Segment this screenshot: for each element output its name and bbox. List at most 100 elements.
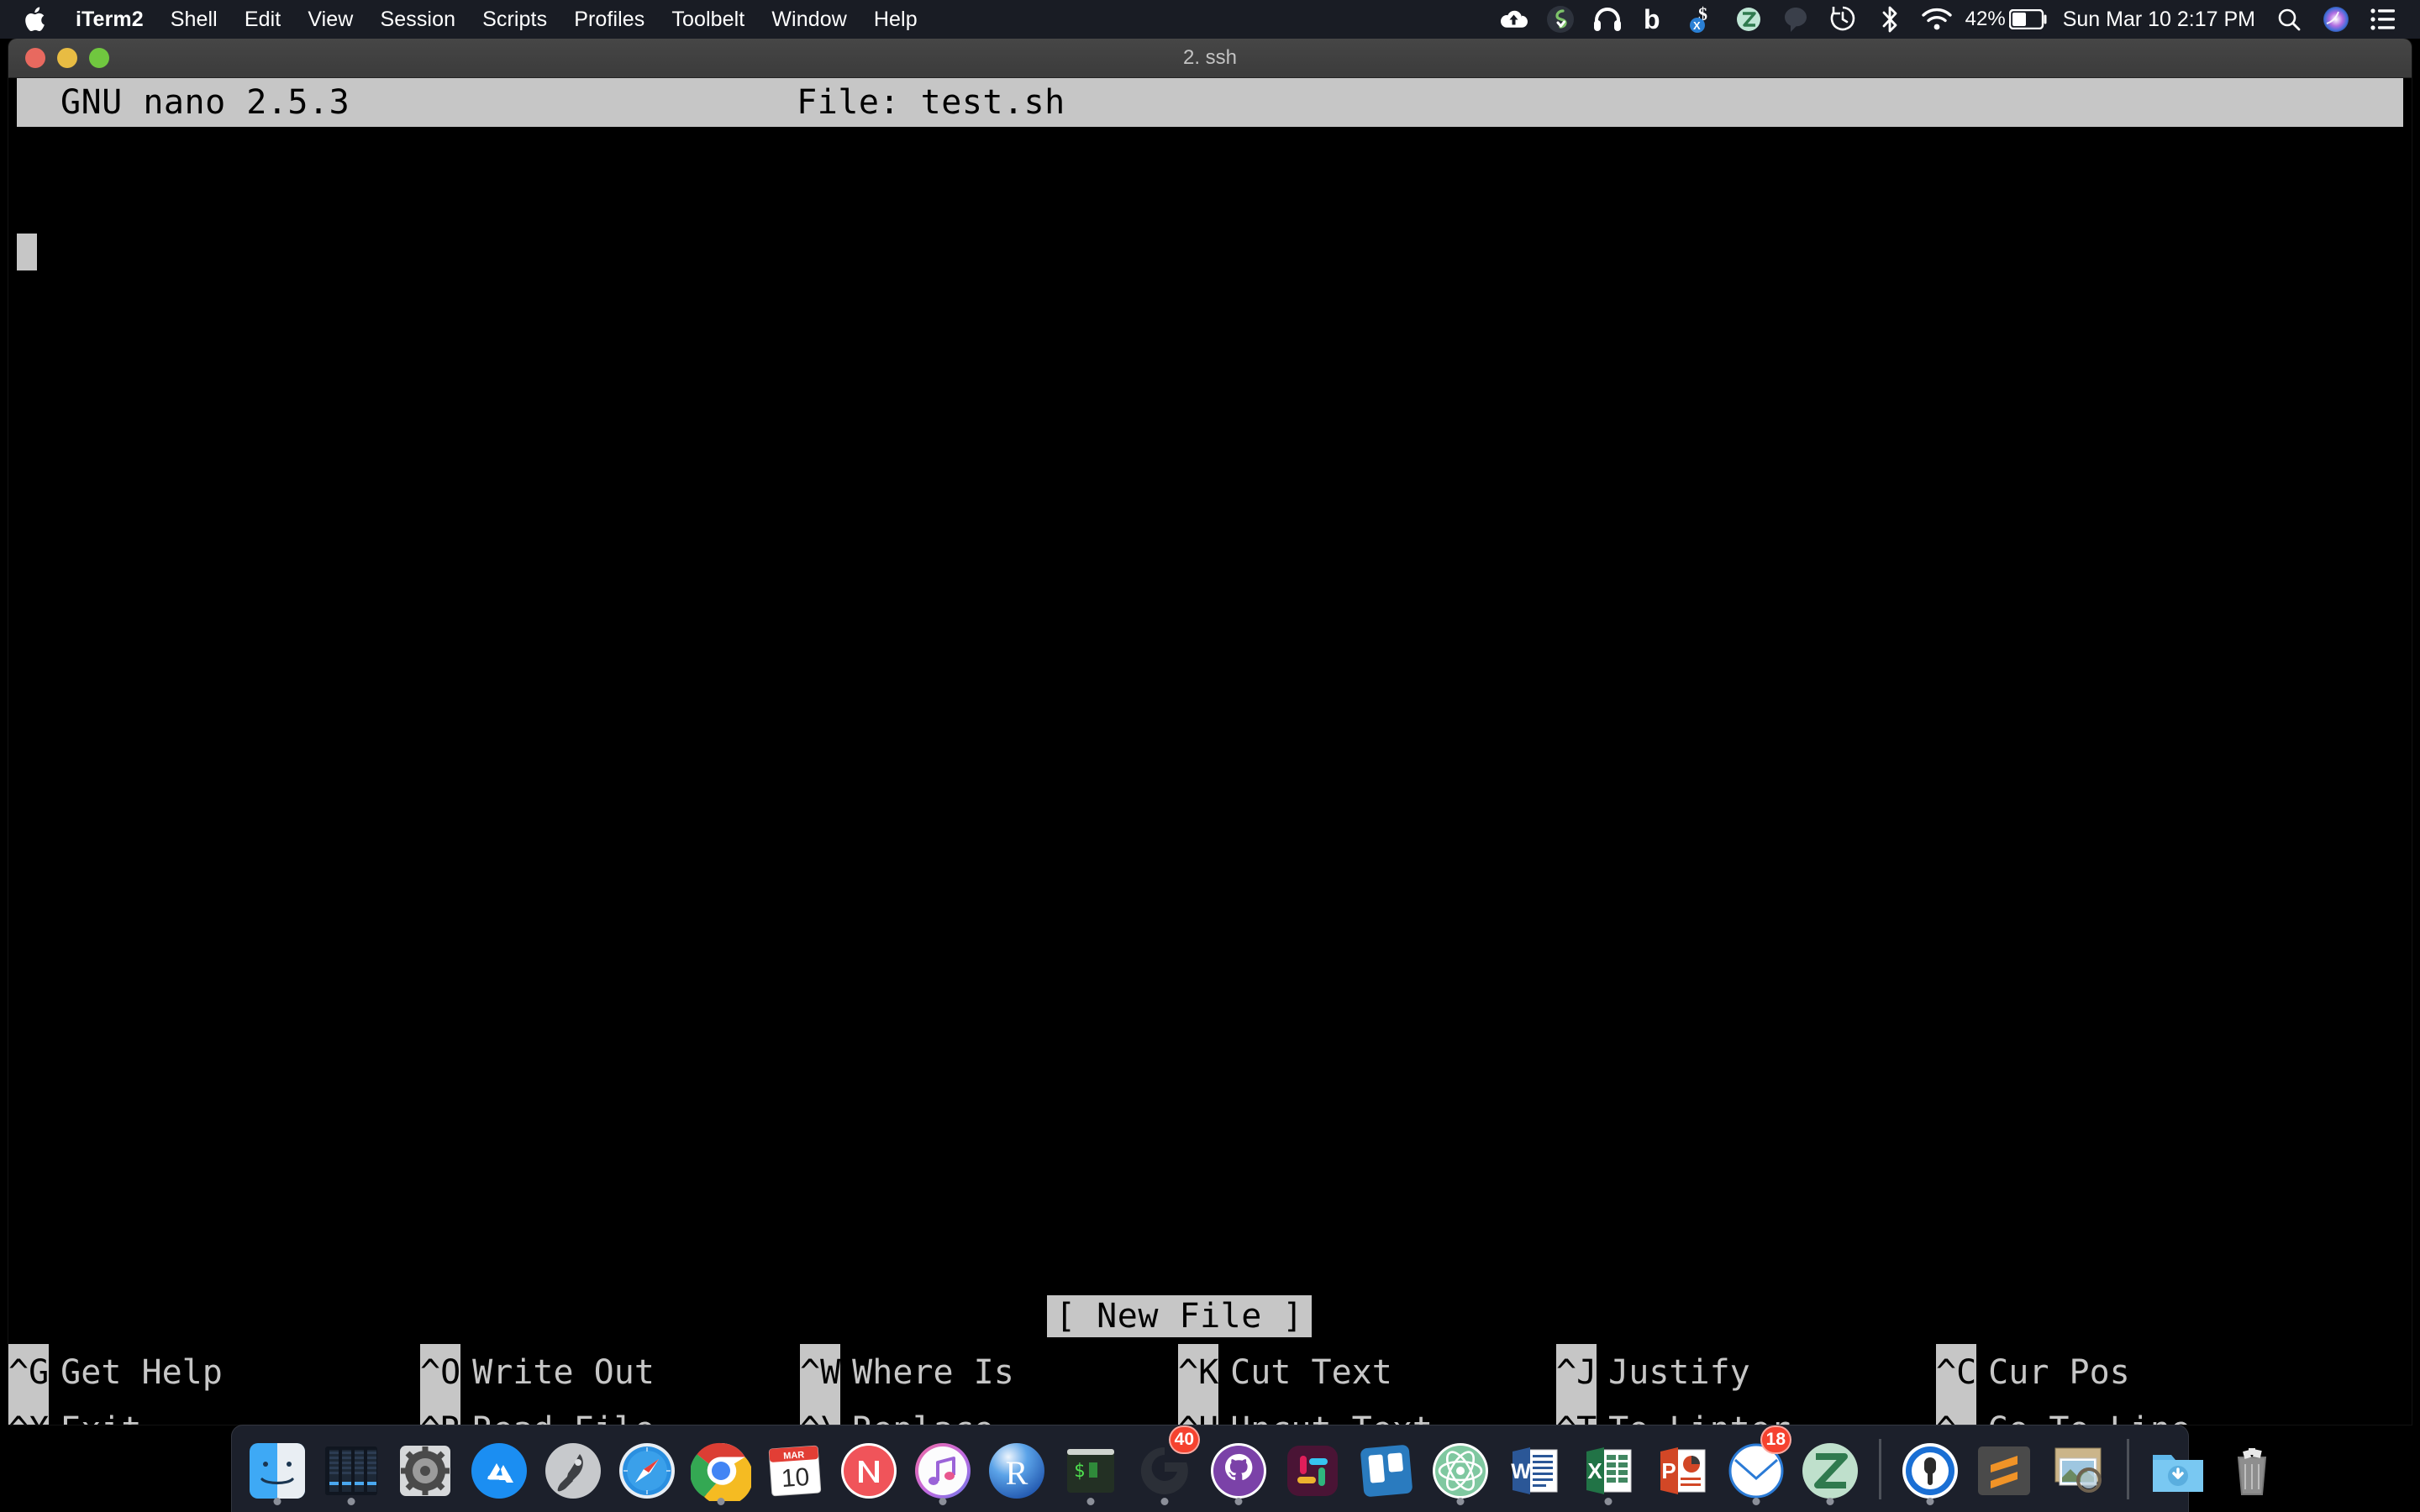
- terminal-content[interactable]: GNU nano 2.5.3 File: test.sh [ New File …: [8, 78, 2412, 1425]
- notification-badge: 18: [1760, 1425, 1791, 1454]
- calendar-icon: MAR 10: [760, 1436, 829, 1504]
- nano-shortcut-row-1: ^G Get Help ^O Write Out ^W Where Is ^K …: [8, 1344, 2412, 1401]
- dock-item-1password[interactable]: [1893, 1425, 1967, 1512]
- menu-bar-clock[interactable]: Sun Mar 10 2:17 PM: [2053, 8, 2265, 32]
- dock-item-itunes[interactable]: [906, 1425, 980, 1512]
- menu-item-session[interactable]: Session: [366, 0, 469, 39]
- dock-item-safari[interactable]: [610, 1425, 684, 1512]
- system-preferences-icon: [393, 1439, 457, 1503]
- notification-center-icon[interactable]: [2360, 0, 2407, 39]
- shortcut-read-file[interactable]: ^R Read File: [420, 1401, 800, 1425]
- running-indicator: [717, 1498, 725, 1505]
- shortcut-key: ^G: [8, 1344, 50, 1401]
- svg-text:MAR: MAR: [783, 1450, 805, 1462]
- menu-item-window[interactable]: Window: [758, 0, 860, 39]
- zoom-button[interactable]: [89, 48, 109, 68]
- dock-divider: [2127, 1439, 2129, 1499]
- dock-item-github-desktop[interactable]: [1202, 1425, 1276, 1512]
- slack-icon: [1281, 1439, 1344, 1503]
- window-title-bar[interactable]: 2. ssh: [8, 39, 2412, 78]
- zotero-icon: [1798, 1439, 1862, 1503]
- dock-item-iterm2[interactable]: $: [1054, 1425, 1128, 1512]
- shortcut-label: Cut Text: [1230, 1353, 1392, 1392]
- window-title: 2. ssh: [1182, 46, 1238, 69]
- shortcut-where-is[interactable]: ^W Where Is: [800, 1344, 1178, 1401]
- minimize-button[interactable]: [57, 48, 77, 68]
- shortcut-cut-text[interactable]: ^K Cut Text: [1178, 1344, 1556, 1401]
- running-indicator: [939, 1498, 947, 1505]
- dock-item-rstudio[interactable]: R: [980, 1425, 1054, 1512]
- dock-item-calendar[interactable]: MAR 10: [758, 1425, 832, 1512]
- dock-item-system-preferences[interactable]: [388, 1425, 462, 1512]
- running-indicator: [273, 1498, 281, 1505]
- powerpoint-icon: P: [1650, 1439, 1714, 1503]
- shortcut-label: Exit: [49, 1401, 141, 1425]
- dock-item-microsoft-word[interactable]: W: [1497, 1425, 1571, 1512]
- menu-item-scripts[interactable]: Scripts: [469, 0, 560, 39]
- text-cursor: [17, 234, 37, 270]
- macos-dock: MAR 10 R $ 40 W X P 18: [231, 1425, 2267, 1512]
- dock-item-downloads-folder[interactable]: [2141, 1425, 2215, 1512]
- dock-item-outlook[interactable]: 18: [1719, 1425, 1793, 1512]
- zotero-z-icon[interactable]: [1725, 0, 1772, 39]
- shortcut-label: Get Help: [60, 1353, 223, 1392]
- dock-item-activity-monitor[interactable]: [314, 1425, 388, 1512]
- dock-item-preview[interactable]: [2041, 1425, 2115, 1512]
- running-indicator: [1160, 1498, 1169, 1505]
- shortcut-uncut-text[interactable]: ^U Uncut Text: [1178, 1401, 1556, 1425]
- menu-item-iterm2[interactable]: iTerm2: [62, 0, 157, 39]
- battery-icon: [2008, 9, 2047, 29]
- battery-status[interactable]: 42%: [1960, 0, 2053, 39]
- close-button[interactable]: [25, 48, 45, 68]
- menu-item-shell[interactable]: Shell: [157, 0, 231, 39]
- bluetooth-icon[interactable]: [1866, 0, 1913, 39]
- shortcut-get-help[interactable]: ^G Get Help: [8, 1344, 420, 1401]
- wifi-icon[interactable]: [1913, 0, 1960, 39]
- dock-item-news[interactable]: [832, 1425, 906, 1512]
- shortcut-key: ^K: [1178, 1344, 1219, 1401]
- speech-bubble-icon[interactable]: [1772, 0, 1819, 39]
- shortcut-key: ^T: [1556, 1401, 1597, 1425]
- dock-item-launchpad[interactable]: [536, 1425, 610, 1512]
- dock-item-sublime-text[interactable]: [1967, 1425, 2041, 1512]
- dock-item-microsoft-powerpoint[interactable]: P: [1645, 1425, 1719, 1512]
- dollar-sign-x-icon[interactable]: $ X: [1678, 0, 1725, 39]
- dock-item-trello[interactable]: [1349, 1425, 1423, 1512]
- dock-item-app-store[interactable]: [462, 1425, 536, 1512]
- rstudio-icon: R: [985, 1439, 1049, 1503]
- svg-text:X: X: [1587, 1458, 1602, 1483]
- safari-icon: [615, 1439, 679, 1503]
- headphones-icon[interactable]: [1584, 0, 1631, 39]
- menu-item-edit[interactable]: Edit: [231, 0, 294, 39]
- siri-icon[interactable]: [2312, 0, 2360, 39]
- shortcut-exit[interactable]: ^X Exit: [8, 1401, 420, 1425]
- shortcut-write-out[interactable]: ^O Write Out: [420, 1344, 800, 1401]
- shortcut-to-linter[interactable]: ^T To Linter: [1556, 1401, 1936, 1425]
- shortcut-key: ^O: [420, 1344, 461, 1401]
- backblaze-b-icon[interactable]: b: [1631, 0, 1678, 39]
- downloads-folder-icon: [2146, 1439, 2210, 1503]
- shortcut-cur-pos[interactable]: ^C Cur Pos: [1936, 1344, 2130, 1401]
- apple-logo-icon[interactable]: [18, 0, 55, 39]
- menu-item-view[interactable]: View: [294, 0, 366, 39]
- menu-item-profiles[interactable]: Profiles: [560, 0, 658, 39]
- dock-item-atom[interactable]: [1423, 1425, 1497, 1512]
- cloud-upload-icon[interactable]: [1490, 0, 1537, 39]
- dock-item-trash[interactable]: [2215, 1425, 2289, 1512]
- shortcut-label: Uncut Text: [1218, 1401, 1433, 1425]
- shortcut-replace[interactable]: ^\ Replace: [800, 1401, 1178, 1425]
- shortcut-go-to-line[interactable]: ^_ Go To Line: [1936, 1401, 2191, 1425]
- dock-item-finder[interactable]: [240, 1425, 314, 1512]
- dock-item-zotero[interactable]: [1793, 1425, 1867, 1512]
- search-icon[interactable]: [2265, 0, 2312, 39]
- dock-item-google-chrome[interactable]: [684, 1425, 758, 1512]
- time-machine-clock-icon[interactable]: [1819, 0, 1866, 39]
- menu-item-toolbelt[interactable]: Toolbelt: [658, 0, 758, 39]
- dock-item-gmail[interactable]: 40: [1128, 1425, 1202, 1512]
- shortcut-justify[interactable]: ^J Justify: [1556, 1344, 1936, 1401]
- running-indicator: [1926, 1498, 1934, 1505]
- dock-item-slack[interactable]: [1276, 1425, 1349, 1512]
- menu-item-help[interactable]: Help: [860, 0, 931, 39]
- dock-item-microsoft-excel[interactable]: X: [1571, 1425, 1645, 1512]
- spotify-like-green-s-icon[interactable]: [1537, 0, 1584, 39]
